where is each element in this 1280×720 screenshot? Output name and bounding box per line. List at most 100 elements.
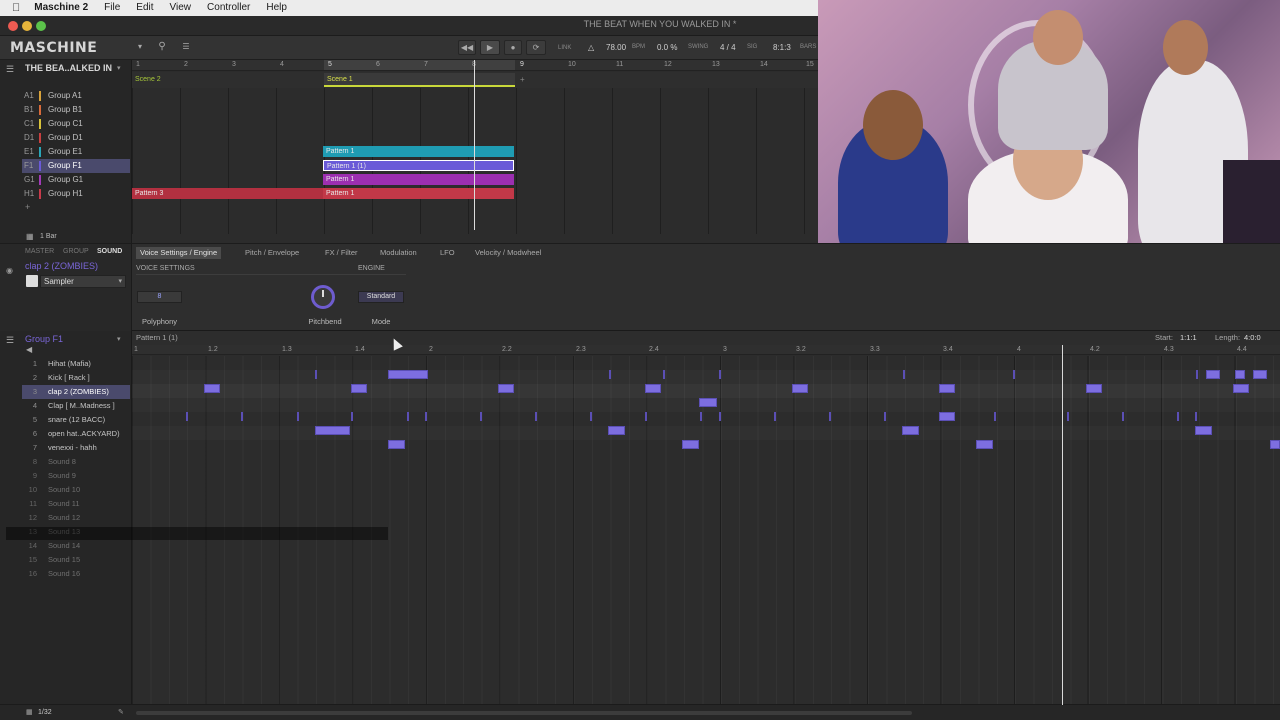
note[interactable] (1122, 412, 1124, 421)
note[interactable] (645, 412, 647, 421)
tempo-value[interactable]: 78.00 (606, 43, 626, 52)
sound-row-2[interactable]: 2 Kick [ Rack ] (22, 371, 130, 385)
tab-group[interactable]: GROUP (63, 248, 89, 255)
link-button[interactable]: LINK (558, 45, 571, 51)
group-row-b1[interactable]: B1 Group B1 (22, 103, 130, 117)
mixer-icon[interactable]: ☰ (178, 40, 194, 55)
horizontal-scrollbar[interactable] (136, 711, 912, 715)
note[interactable] (700, 412, 702, 421)
menu-file[interactable]: File (96, 0, 128, 16)
sound-name[interactable]: clap 2 (ZOMBIES) (25, 261, 98, 271)
note[interactable] (719, 370, 721, 379)
pattern-clip-f1[interactable]: Pattern 1 (1) (323, 160, 514, 171)
tab-velocity-modwheel[interactable]: Velocity / Modwheel (471, 247, 545, 259)
note[interactable] (1195, 426, 1212, 435)
project-title[interactable]: THE BEA..ALKED IN (25, 63, 112, 73)
lane-1[interactable] (132, 356, 1280, 370)
note[interactable] (1206, 370, 1220, 379)
note[interactable] (792, 384, 808, 393)
sound-row-5[interactable]: 5 snare (12 BACC) (22, 413, 130, 427)
note[interactable] (682, 440, 699, 449)
note[interactable] (719, 412, 721, 421)
note[interactable] (407, 412, 409, 421)
sound-row-8[interactable]: 8 Sound 8 (22, 455, 130, 469)
pattern-clip-h1-left[interactable]: Pattern 3 (132, 188, 323, 199)
group-row-f1[interactable]: F1 Group F1 (22, 159, 130, 173)
start-value[interactable]: 1:1:1 (1180, 331, 1197, 345)
note[interactable] (186, 412, 188, 421)
note[interactable] (204, 384, 220, 393)
plugin-icon[interactable]: ◉ (6, 266, 13, 275)
mode-selector[interactable]: Standard (358, 291, 404, 303)
note[interactable] (939, 412, 955, 421)
pattern-clip-g1[interactable]: Pattern 1 (323, 174, 514, 185)
pitchbend-knob[interactable] (311, 285, 335, 309)
lane-3[interactable] (132, 384, 1280, 398)
note[interactable] (939, 384, 955, 393)
group-row-a1[interactable]: A1 Group A1 (22, 89, 130, 103)
search-icon[interactable]: ⚲ (155, 40, 169, 55)
sound-row-7[interactable]: 7 venexxi - hahh (22, 441, 130, 455)
note[interactable] (315, 370, 317, 379)
note[interactable] (425, 412, 427, 421)
swing-value[interactable]: 0.0 % (657, 43, 677, 52)
scene-1[interactable]: Scene 1 (324, 73, 515, 87)
tab-fx-filter[interactable]: FX / Filter (321, 247, 362, 259)
sound-row-14[interactable]: 14 Sound 14 (22, 539, 130, 553)
group-row-h1[interactable]: H1 Group H1 (22, 187, 130, 201)
sound-row-12[interactable]: 12 Sound 12 (22, 511, 130, 525)
sound-row-1[interactable]: 1 Hihat (Mafia) (22, 357, 130, 371)
note[interactable] (608, 426, 625, 435)
add-group-button[interactable]: + (25, 202, 30, 212)
note[interactable] (1196, 370, 1198, 379)
sound-row-6[interactable]: 6 open hat..ACKYARD) (22, 427, 130, 441)
note[interactable] (699, 398, 717, 407)
play-button[interactable]: ▶ (480, 40, 500, 55)
lane-7[interactable] (132, 440, 1280, 454)
group-row-c1[interactable]: C1 Group C1 (22, 117, 130, 131)
zoom-window-button[interactable] (36, 21, 46, 31)
menu-controller[interactable]: Controller (199, 0, 258, 16)
group-row-d1[interactable]: D1 Group D1 (22, 131, 130, 145)
chevron-down-icon[interactable]: ▾ (118, 276, 122, 287)
note[interactable] (976, 440, 993, 449)
note[interactable] (498, 384, 514, 393)
sound-row-4[interactable]: 4 Clap [ M..Madness ] (22, 399, 130, 413)
pattern-ruler[interactable]: 1 1.2 1.3 1.4 2 2.2 2.3 2.4 3 3.2 3.3 3.… (132, 345, 1280, 355)
note[interactable] (609, 370, 611, 379)
arranger-ruler[interactable]: 1 2 3 4 5 6 7 8 9 10 11 12 13 14 15 (132, 60, 818, 71)
note[interactable] (351, 384, 367, 393)
length-value[interactable]: 4:0:0 (1244, 331, 1261, 345)
note[interactable] (994, 412, 996, 421)
note[interactable] (884, 412, 886, 421)
note[interactable] (1177, 412, 1179, 421)
sound-row-11[interactable]: 11 Sound 11 (22, 497, 130, 511)
note[interactable] (1235, 370, 1245, 379)
menu-icon[interactable]: ☰ (6, 64, 14, 75)
minimize-window-button[interactable] (22, 21, 32, 31)
note[interactable] (241, 412, 243, 421)
tab-master[interactable]: MASTER (25, 248, 54, 255)
sound-row-9[interactable]: 9 Sound 9 (22, 469, 130, 483)
note[interactable] (1195, 412, 1197, 421)
menu-app-name[interactable]: Maschine 2 (26, 0, 96, 16)
note[interactable] (1013, 370, 1015, 379)
lane-5[interactable] (132, 412, 1280, 426)
note[interactable] (663, 370, 665, 379)
pattern-clip-e1[interactable]: Pattern 1 (323, 146, 514, 157)
grid-resolution[interactable]: 1/32 (38, 705, 52, 720)
note[interactable] (829, 412, 831, 421)
pattern-group-name[interactable]: Group F1 (25, 334, 63, 344)
note[interactable] (388, 440, 405, 449)
note[interactable] (1233, 384, 1249, 393)
note[interactable] (351, 412, 353, 421)
note[interactable] (315, 426, 350, 435)
collapse-icon[interactable]: ◀ (26, 345, 32, 354)
note[interactable] (645, 384, 661, 393)
piano-icon[interactable] (26, 275, 38, 287)
tab-lfo[interactable]: LFO (436, 247, 459, 259)
menu-edit[interactable]: Edit (128, 0, 161, 16)
sound-row-15[interactable]: 15 Sound 15 (22, 553, 130, 567)
metronome-icon[interactable]: △ (588, 43, 594, 52)
lane-4[interactable] (132, 398, 1280, 412)
